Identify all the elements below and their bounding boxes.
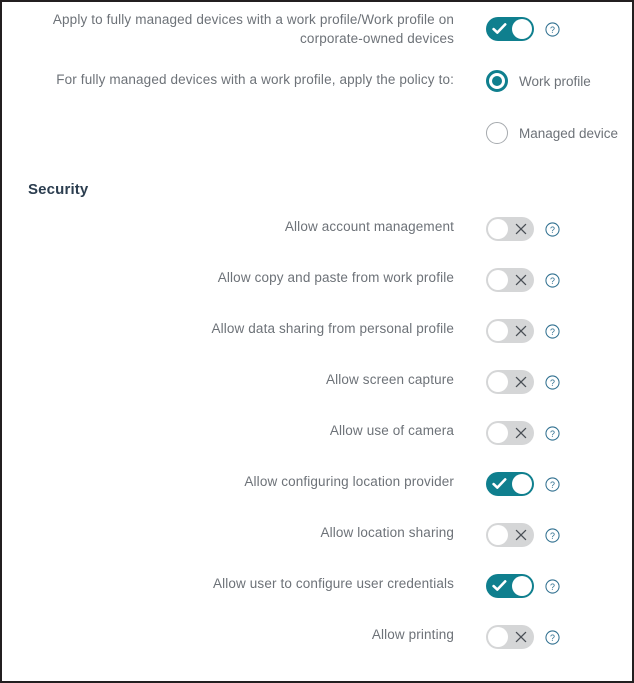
setting-control: ?	[486, 574, 560, 598]
svg-text:?: ?	[550, 24, 555, 34]
close-icon	[514, 528, 528, 542]
svg-text:?: ?	[550, 428, 555, 438]
help-icon[interactable]: ?	[545, 578, 560, 594]
setting-row-allow-account-management: Allow account management ?	[50, 217, 616, 241]
close-icon	[514, 375, 528, 389]
check-icon	[492, 579, 507, 593]
setting-label: Allow data sharing from personal profile	[211, 321, 454, 336]
setting-toggle[interactable]	[486, 523, 534, 547]
svg-text:?: ?	[550, 377, 555, 387]
radio-option-managed-device[interactable]: Managed device	[486, 122, 618, 144]
svg-text:?: ?	[550, 224, 555, 234]
setting-label: Allow configuring location provider	[244, 474, 454, 489]
close-icon	[514, 273, 528, 287]
help-icon[interactable]: ?	[545, 629, 560, 645]
svg-text:?: ?	[550, 479, 555, 489]
svg-text:?: ?	[550, 275, 555, 285]
help-icon[interactable]: ?	[545, 323, 560, 339]
radio-option-work-profile[interactable]: Work profile	[486, 70, 618, 92]
close-icon	[514, 324, 528, 338]
setting-label: Allow use of camera	[329, 423, 454, 438]
check-icon	[492, 477, 507, 491]
setting-toggle[interactable]	[486, 370, 534, 394]
radio-indicator-work-profile[interactable]	[486, 70, 508, 92]
policy-target-label: For fully managed devices with a work pr…	[56, 72, 454, 87]
setting-toggle[interactable]	[486, 625, 534, 649]
toggle-knob	[488, 423, 508, 443]
policy-target-radio-group: Work profile Managed device	[486, 70, 618, 144]
toggle-knob	[512, 474, 532, 494]
setting-toggle[interactable]	[486, 472, 534, 496]
policy-settings-panel: Apply to fully managed devices with a wo…	[0, 0, 634, 683]
setting-control: ?	[486, 421, 560, 445]
svg-text:?: ?	[550, 581, 555, 591]
setting-label: Allow location sharing	[320, 525, 454, 540]
setting-row-allow-location-sharing: Allow location sharing ?	[50, 523, 616, 547]
toggle-knob	[512, 576, 532, 596]
help-icon[interactable]: ?	[545, 374, 560, 390]
setting-control: ?	[486, 319, 560, 343]
svg-text:?: ?	[550, 632, 555, 642]
policy-target-row: For fully managed devices with a work pr…	[50, 70, 632, 144]
apply-to-devices-row: Apply to fully managed devices with a wo…	[50, 10, 616, 48]
toggle-knob	[488, 321, 508, 341]
setting-label: Allow user to configure user credentials	[212, 576, 454, 591]
check-icon	[492, 22, 507, 36]
setting-toggle[interactable]	[486, 574, 534, 598]
toggle-knob	[488, 270, 508, 290]
setting-row-allow-screen-capture: Allow screen capture ?	[50, 370, 616, 394]
setting-row-allow-use-of-camera: Allow use of camera ?	[50, 421, 616, 445]
setting-toggle[interactable]	[486, 421, 534, 445]
security-section-heading: Security	[28, 181, 89, 198]
help-icon[interactable]: ?	[545, 425, 560, 441]
setting-control: ?	[486, 625, 560, 649]
toggle-knob	[488, 627, 508, 647]
setting-toggle[interactable]	[486, 319, 534, 343]
help-icon[interactable]: ?	[545, 272, 560, 288]
svg-text:?: ?	[550, 530, 555, 540]
toggle-knob	[488, 525, 508, 545]
help-icon[interactable]: ?	[545, 476, 560, 492]
help-icon[interactable]: ?	[545, 21, 560, 37]
setting-control: ?	[486, 217, 560, 241]
close-icon	[514, 426, 528, 440]
setting-control: ?	[486, 472, 560, 496]
setting-row-allow-data-sharing-personal-profile: Allow data sharing from personal profile…	[50, 319, 616, 343]
setting-toggle[interactable]	[486, 268, 534, 292]
radio-indicator-managed-device[interactable]	[486, 122, 508, 144]
radio-label-managed-device: Managed device	[519, 125, 619, 141]
setting-row-allow-printing: Allow printing ?	[50, 625, 616, 649]
apply-to-devices-control: ?	[486, 10, 560, 48]
setting-row-allow-user-configure-user-credentials: Allow user to configure user credentials…	[50, 574, 616, 598]
setting-label: Allow screen capture	[325, 372, 454, 387]
setting-control: ?	[486, 268, 560, 292]
svg-text:?: ?	[550, 326, 555, 336]
close-icon	[514, 222, 528, 236]
setting-control: ?	[486, 370, 560, 394]
setting-control: ?	[486, 523, 560, 547]
apply-to-devices-toggle[interactable]	[486, 17, 534, 41]
setting-label: Allow copy and paste from work profile	[217, 270, 454, 285]
close-icon	[514, 630, 528, 644]
toggle-knob	[512, 19, 532, 39]
setting-toggle[interactable]	[486, 217, 534, 241]
setting-label: Allow account management	[284, 219, 454, 234]
apply-to-devices-label: Apply to fully managed devices with a wo…	[52, 12, 454, 46]
radio-label-work-profile: Work profile	[519, 73, 591, 89]
setting-row-allow-configuring-location-provider: Allow configuring location provider ?	[50, 472, 616, 496]
help-icon[interactable]: ?	[545, 527, 560, 543]
setting-row-allow-copy-paste-work-profile: Allow copy and paste from work profile ?	[50, 268, 616, 292]
toggle-knob	[488, 219, 508, 239]
setting-label: Allow printing	[371, 627, 454, 642]
help-icon[interactable]: ?	[545, 221, 560, 237]
toggle-knob	[488, 372, 508, 392]
